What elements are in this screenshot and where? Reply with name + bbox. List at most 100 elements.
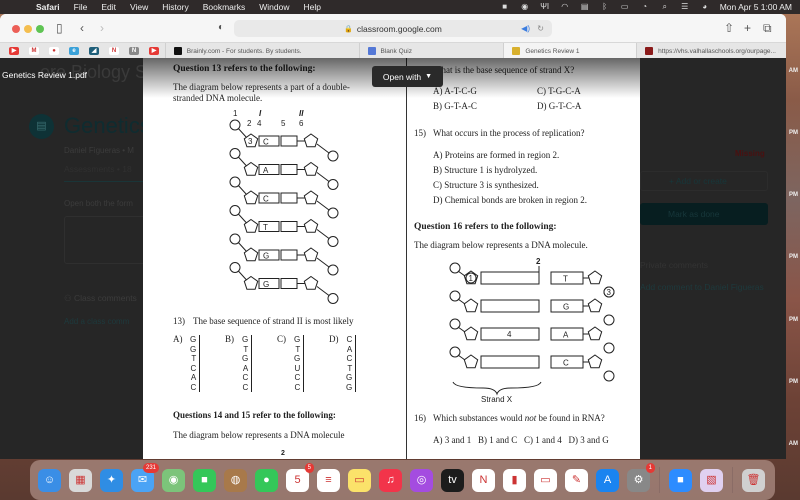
privacy-shield-icon[interactable]: ◐ bbox=[218, 21, 224, 35]
label-2: 2 bbox=[536, 257, 541, 266]
phosphate-circle bbox=[327, 179, 339, 190]
base-letter: A bbox=[242, 363, 253, 373]
q16-text-emphasis: not bbox=[524, 413, 537, 423]
battery-icon[interactable]: ▭ bbox=[620, 3, 630, 11]
q16-question: Which substances would not be found in R… bbox=[433, 413, 605, 423]
dock-calendar-icon[interactable]: 55 bbox=[286, 462, 314, 492]
dock-preview-icon[interactable]: ▧ bbox=[700, 468, 723, 492]
add-private-comment-link[interactable]: Add comment to Daniel Figueras bbox=[640, 282, 764, 292]
base-letter: C bbox=[263, 195, 269, 204]
favorite-youtube-2-icon[interactable]: ▶ bbox=[149, 46, 159, 55]
dock-safari-icon[interactable]: ✦ bbox=[100, 468, 123, 492]
dock-pages-icon[interactable]: ✎ bbox=[565, 468, 588, 492]
desktop-time-label: PM bbox=[789, 379, 798, 385]
dock-app-store-icon[interactable]: A bbox=[596, 468, 619, 492]
q1415-intro: The diagram below represents a DNA molec… bbox=[173, 430, 345, 440]
dock-podcasts-icon[interactable]: ◎ bbox=[410, 468, 433, 492]
siri-icon[interactable]: ◕ bbox=[700, 3, 710, 11]
menu-bookmarks[interactable]: Bookmarks bbox=[203, 2, 246, 12]
phosphate-circle bbox=[327, 150, 339, 162]
reload-icon[interactable]: ↻ bbox=[537, 24, 544, 33]
menu-help[interactable]: Help bbox=[303, 2, 320, 12]
mark-as-done-button[interactable]: Mark as done bbox=[640, 203, 768, 225]
tab-overview-icon[interactable]: ⧉ bbox=[763, 21, 772, 35]
dock-system-preferences-icon[interactable]: ⚙ 1 bbox=[627, 462, 655, 492]
zoom-status-icon[interactable]: ■ bbox=[500, 3, 510, 11]
phosphate-circle bbox=[327, 207, 339, 219]
app-glyph: ✎ bbox=[571, 473, 582, 486]
app-glyph: ■ bbox=[677, 473, 684, 486]
menu-edit[interactable]: Edit bbox=[101, 2, 116, 12]
app-glyph: ◉ bbox=[168, 473, 179, 486]
backbone-bond bbox=[457, 326, 466, 333]
dock-maps-icon[interactable]: ◉ bbox=[162, 468, 185, 492]
headphones-icon[interactable]: ◠ bbox=[560, 3, 570, 11]
zoom-window-button[interactable] bbox=[36, 25, 44, 33]
menu-file[interactable]: File bbox=[74, 2, 88, 12]
base-letter: A bbox=[563, 331, 569, 340]
favorite-notion-icon[interactable]: N bbox=[129, 46, 139, 55]
display-icon[interactable]: ▤ bbox=[580, 3, 590, 11]
favorite-gmail-icon[interactable]: M bbox=[29, 46, 39, 55]
dock-zoom-icon[interactable]: ■ bbox=[669, 468, 692, 492]
open-with-button[interactable]: Open with ▼ bbox=[372, 66, 443, 87]
dock-keynote-icon[interactable]: ▭ bbox=[534, 468, 557, 492]
dock-messages-icon[interactable]: ● bbox=[255, 468, 278, 492]
menu-window[interactable]: Window bbox=[259, 2, 289, 12]
wifi-icon[interactable]: ◔ bbox=[640, 3, 650, 11]
dock-apple-tv-icon[interactable]: tv bbox=[441, 468, 464, 492]
favorite-netflix-icon[interactable]: N bbox=[109, 46, 119, 55]
audio-playing-icon[interactable]: ◀) bbox=[521, 24, 530, 33]
phosphate-circle bbox=[327, 236, 339, 247]
minimize-window-button[interactable] bbox=[24, 25, 32, 33]
forward-icon[interactable]: › bbox=[100, 21, 104, 35]
screen-record-icon[interactable]: ◉ bbox=[520, 3, 530, 11]
favorite-bookmark-app-icon[interactable]: ◢ bbox=[89, 46, 99, 55]
menu-clock[interactable]: Mon Apr 5 1:00 AM bbox=[720, 2, 792, 12]
tab-blank-quiz[interactable]: Blank Quiz bbox=[358, 43, 504, 59]
app-glyph: ▦ bbox=[75, 473, 86, 486]
add-or-create-button[interactable]: + Add or create bbox=[640, 171, 768, 191]
spotlight-search-icon[interactable]: ⌕ bbox=[660, 3, 670, 11]
share-icon[interactable]: ⇧ bbox=[724, 21, 734, 35]
tools-icon[interactable]: ΨΙ bbox=[540, 3, 550, 11]
control-center-icon[interactable]: ☰ bbox=[680, 3, 690, 11]
sidebar-toggle-icon[interactable]: ▯ bbox=[56, 21, 63, 35]
menu-app-name[interactable]: Safari bbox=[36, 2, 60, 12]
q16-options: A) 3 and 1 B) 1 and C C) 1 and 4 D) 3 an… bbox=[433, 435, 609, 445]
dock-news-icon[interactable]: N bbox=[472, 468, 495, 492]
q13-question: The base sequence of strand II is most l… bbox=[193, 316, 353, 326]
dock-numbers-icon[interactable]: ▮ bbox=[503, 468, 526, 492]
tab-valhalla[interactable]: https://vhs.valhallaschools.org/ourpage.… bbox=[636, 43, 786, 59]
add-class-comment-link[interactable]: Add a class comm bbox=[64, 317, 129, 326]
phosphate-circle bbox=[229, 176, 241, 188]
dock-reminders-icon[interactable]: ≡ bbox=[317, 468, 340, 492]
dock-music-icon[interactable]: ♫ bbox=[379, 468, 402, 492]
dock-facetime-icon[interactable]: ■ bbox=[193, 468, 216, 492]
menu-view[interactable]: View bbox=[130, 2, 148, 12]
bluetooth-icon[interactable]: ᛒ bbox=[600, 3, 610, 11]
close-window-button[interactable] bbox=[12, 25, 20, 33]
address-bar[interactable]: 🔒 classroom.google.com ◀) ↻ bbox=[234, 20, 552, 37]
base-letter: T bbox=[563, 275, 568, 284]
favorite-key-icon[interactable]: ● bbox=[49, 46, 59, 55]
dock-launchpad-icon[interactable]: ▦ bbox=[69, 468, 92, 492]
tab-brainly[interactable]: Brainly.com - For students. By students. bbox=[164, 43, 359, 59]
favorite-youtube-icon[interactable]: ▶ bbox=[9, 46, 19, 55]
sugar-pentagon bbox=[303, 161, 319, 176]
app-glyph: ▧ bbox=[706, 473, 717, 486]
label-5: 5 bbox=[281, 119, 286, 128]
favorite-edge-icon[interactable]: e bbox=[69, 46, 79, 55]
new-tab-icon[interactable]: + bbox=[744, 21, 751, 35]
dock-mail-icon[interactable]: ✉ 231 bbox=[131, 462, 159, 492]
dock-finder-icon[interactable]: ☺ bbox=[38, 468, 61, 492]
base-letter: C bbox=[346, 354, 357, 364]
back-icon[interactable]: ‹ bbox=[80, 21, 84, 35]
dock-notes-icon[interactable]: ▭ bbox=[348, 468, 371, 492]
private-comments-heading: Private comments bbox=[640, 260, 709, 270]
dock-contacts-icon[interactable]: ◍ bbox=[224, 468, 247, 492]
menu-history[interactable]: History bbox=[162, 2, 188, 12]
tab-genetics-review[interactable]: Genetics Review 1 bbox=[503, 43, 637, 59]
dock-trash-icon[interactable]: 🗑 bbox=[742, 468, 765, 492]
base-right bbox=[280, 278, 298, 289]
